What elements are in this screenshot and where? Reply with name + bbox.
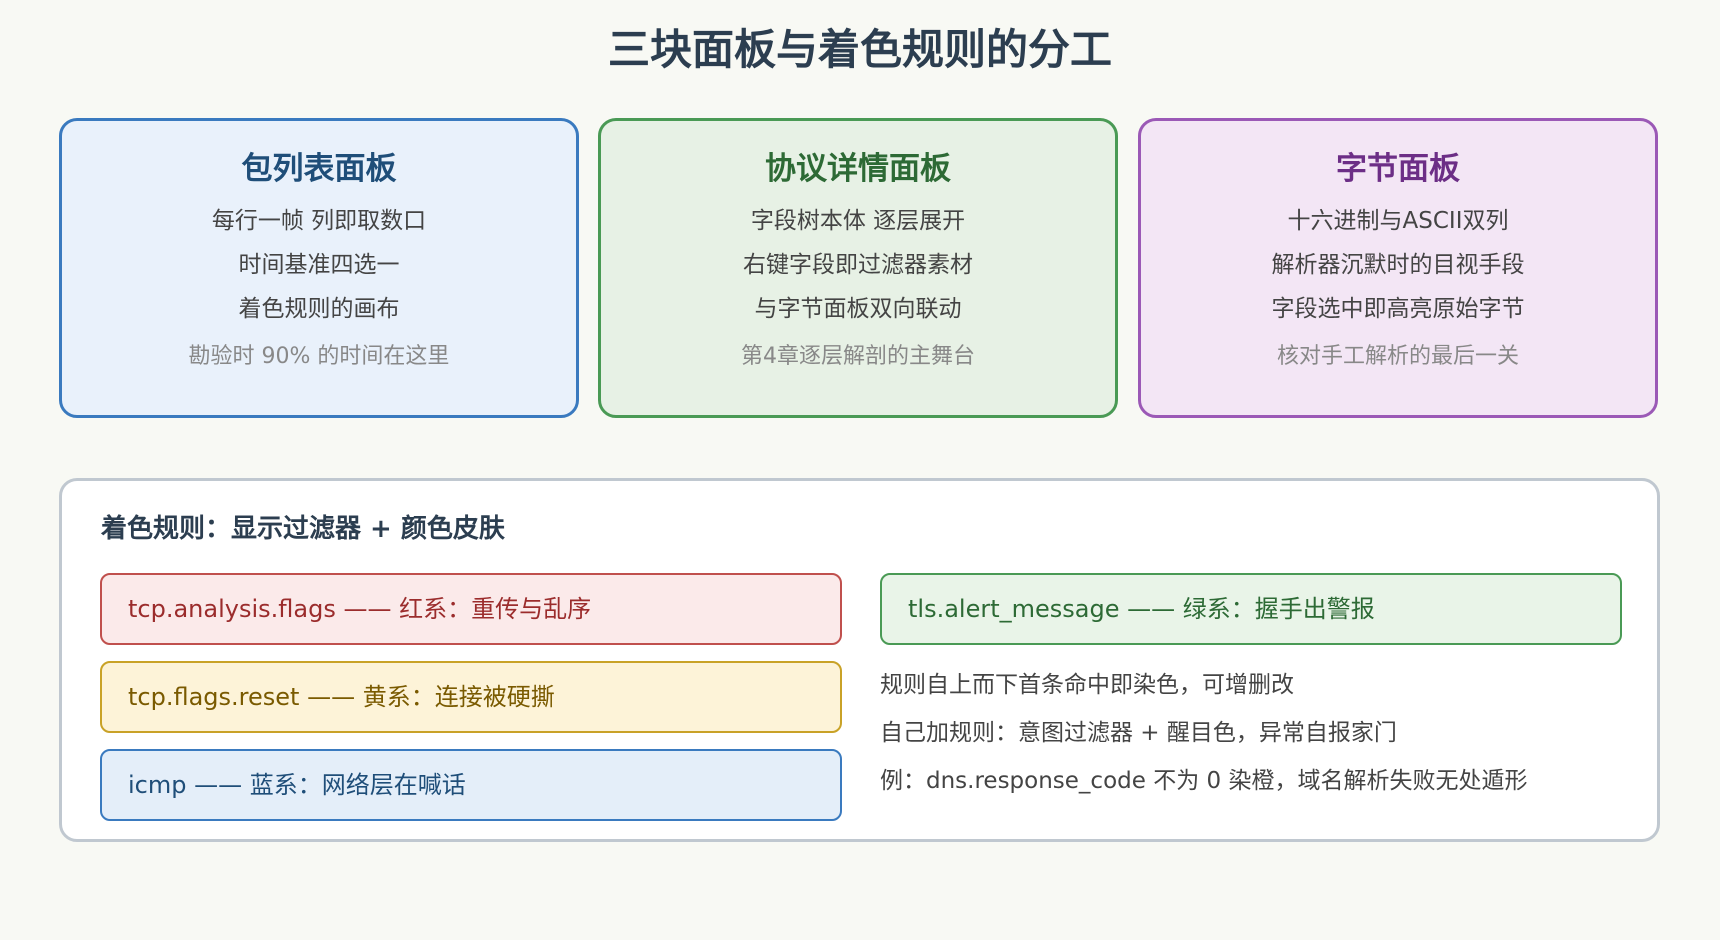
rule-note: 例：dns.response_code 不为 0 染橙，域名解析失败无处遁形: [880, 768, 1528, 794]
rule-tcp-flags-reset: tcp.flags.reset —— 黄系：连接被硬撕: [100, 661, 842, 733]
panel-line: 解析器沉默时的目视手段: [1271, 252, 1525, 278]
panel-line: 每行一帧 列即取数口: [211, 208, 427, 234]
panel-line: 与字节面板双向联动: [754, 296, 962, 322]
panel-line: 着色规则的画布: [238, 296, 400, 322]
rule-tls-alert-message: tls.alert_message —— 绿系：握手出警报: [880, 573, 1622, 645]
packet-bytes-panel: 字节面板 十六进制与ASCII双列 解析器沉默时的目视手段 字段选中即高亮原始字…: [1138, 118, 1658, 418]
panel-note: 核对手工解析的最后一关: [1276, 344, 1519, 369]
packet-details-panel: 协议详情面板 字段树本体 逐层展开 右键字段即过滤器素材 与字节面板双向联动 第…: [598, 118, 1118, 418]
packet-list-panel: 包列表面板 每行一帧 列即取数口 时间基准四选一 着色规则的画布 勘验时 90%…: [59, 118, 579, 418]
panel-line: 右键字段即过滤器素材: [743, 252, 973, 278]
panel-note: 勘验时 90% 的时间在这里: [188, 344, 450, 369]
panel-title: 包列表面板: [241, 151, 397, 187]
panel-lines: 十六进制与ASCII双列 解析器沉默时的目视手段 字段选中即高亮原始字节: [1141, 199, 1655, 331]
panel-line: 十六进制与ASCII双列: [1287, 208, 1509, 234]
panel-lines: 每行一帧 列即取数口 时间基准四选一 着色规则的画布: [62, 199, 576, 331]
panel-lines: 字段树本体 逐层展开 右键字段即过滤器素材 与字节面板双向联动: [601, 199, 1115, 331]
panel-line: 字段选中即高亮原始字节: [1271, 296, 1525, 322]
rule-notes: 规则自上而下首条命中即染色，可增删改 自己加规则：意图过滤器 + 醒目色，异常自…: [880, 661, 1640, 805]
coloring-rules-box: 着色规则：显示过滤器 + 颜色皮肤 tcp.analysis.flags —— …: [59, 478, 1660, 842]
page-title: 三块面板与着色规则的分工: [607, 25, 1112, 74]
rule-tcp-analysis-flags: tcp.analysis.flags —— 红系：重传与乱序: [100, 573, 842, 645]
panel-line: 时间基准四选一: [238, 252, 400, 278]
panel-title: 字节面板: [1336, 151, 1460, 187]
rule-icmp: icmp —— 蓝系：网络层在喊话: [100, 749, 842, 821]
rule-note: 规则自上而下首条命中即染色，可增删改: [880, 672, 1294, 698]
rule-note: 自己加规则：意图过滤器 + 醒目色，异常自报家门: [880, 720, 1397, 746]
panel-title: 协议详情面板: [765, 151, 951, 187]
panel-note: 第4章逐层解剖的主舞台: [741, 344, 975, 369]
coloring-rules-title: 着色规则：显示过滤器 + 颜色皮肤: [101, 514, 505, 544]
panel-line: 字段树本体 逐层展开: [750, 208, 966, 234]
